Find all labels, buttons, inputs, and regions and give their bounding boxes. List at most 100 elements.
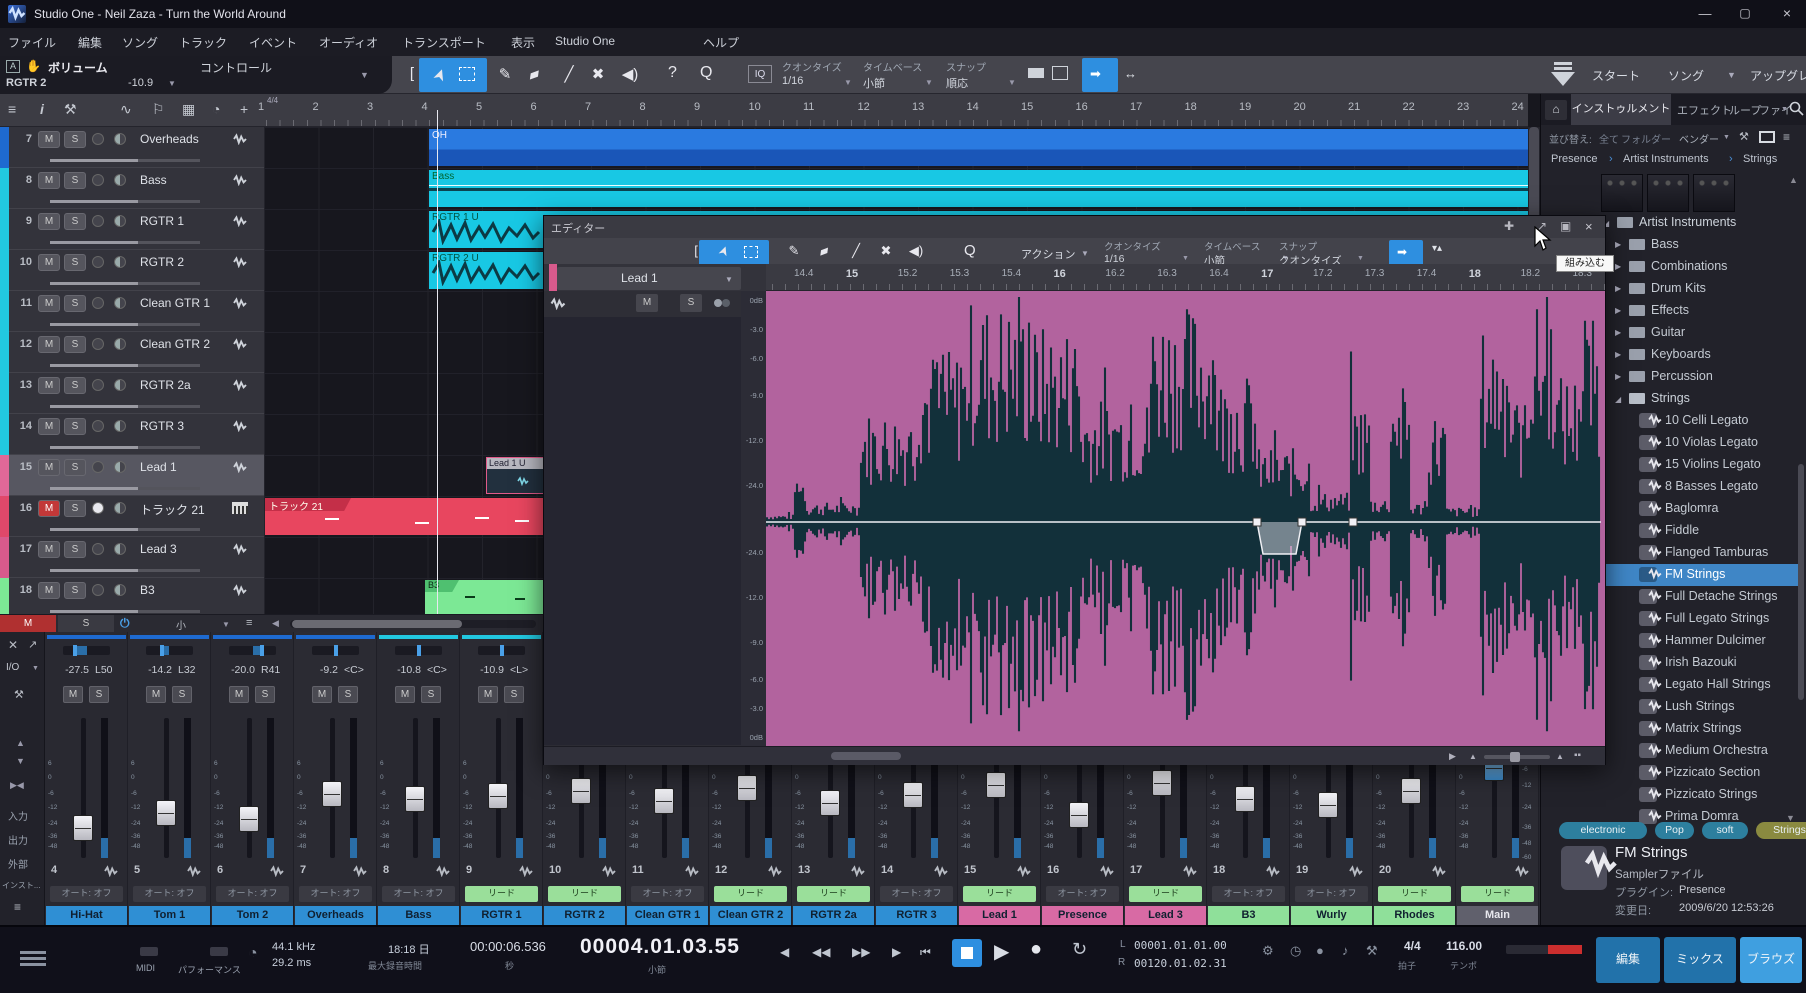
- track-row-Lead 1[interactable]: 15 M S Lead 1: [0, 455, 264, 496]
- automation-target[interactable]: コントロール: [200, 59, 272, 76]
- mixer-strip-Bass[interactable]: -10.8 <C> M S 6 0 -6 -12 -24 -36 -48 8 オート: オフ Bass: [377, 632, 460, 925]
- fader-cap[interactable]: [239, 806, 259, 832]
- track-list-menu-icon[interactable]: ≡: [8, 101, 16, 117]
- mixer-expand-icon[interactable]: ▶◀: [10, 780, 24, 791]
- layout-list-icon[interactable]: ≡: [1783, 130, 1790, 144]
- tag-Strings[interactable]: Strings: [1756, 822, 1806, 839]
- strip-automation-button[interactable]: リード: [714, 886, 787, 902]
- mixer-strip-Overheads[interactable]: -9.2 <C> M S 6 0 -6 -12 -24 -36 -48 7 オート: オフ Overhea…: [294, 632, 377, 925]
- fader-cap[interactable]: [1318, 792, 1338, 818]
- editor-mute-button[interactable]: M: [636, 294, 658, 312]
- editor-zoomin-icon[interactable]: ▲: [1556, 752, 1564, 761]
- add-track-icon[interactable]: +: [240, 101, 248, 117]
- fader-cap[interactable]: [571, 778, 591, 804]
- track-monitor-button[interactable]: [114, 174, 126, 186]
- editor-line-tool[interactable]: ╱: [844, 243, 868, 259]
- menu-item-0[interactable]: ファイル: [8, 34, 56, 51]
- track-solo-button[interactable]: S: [64, 418, 86, 435]
- maximize-button[interactable]: ▢: [1730, 6, 1760, 20]
- strip-automation-button[interactable]: オート: オフ: [631, 886, 704, 902]
- track-chevron-icon[interactable]: ▼: [725, 275, 733, 284]
- tag-electronic[interactable]: electronic: [1559, 822, 1647, 839]
- main-eraser-tool[interactable]: ▰: [519, 61, 550, 87]
- arrange-ruler[interactable]: 4/4 1 2 3 4 5 6 7 8 9 10 11 12 13 14 15 16 17 18 19 20 21 22 23…: [258, 94, 1528, 127]
- editor-range-tool[interactable]: [: [684, 243, 708, 258]
- strip-automation-button[interactable]: オート: オフ: [299, 886, 372, 902]
- main-marquee-tool[interactable]: [459, 67, 475, 81]
- chevron-down-icon[interactable]: ▼: [168, 79, 176, 88]
- editor-track-select[interactable]: Lead 1 ▼: [557, 267, 741, 290]
- track-record-button[interactable]: [92, 420, 104, 432]
- fader-cap[interactable]: [737, 775, 757, 801]
- footer-size-label[interactable]: 小: [176, 617, 186, 632]
- strip-mute-button[interactable]: M: [312, 686, 332, 703]
- footer-solo-button[interactable]: S: [58, 615, 114, 633]
- menu-item-7[interactable]: 表示: [511, 34, 535, 51]
- quantize-chevron-icon[interactable]: ▼: [844, 78, 852, 87]
- action-menu[interactable]: アクション: [1021, 246, 1075, 262]
- view-mix-button[interactable]: ミックス: [1664, 937, 1736, 983]
- fader-cap[interactable]: [1152, 770, 1172, 796]
- fade-tool-icon[interactable]: ▾▴: [1432, 243, 1442, 254]
- pan-slider[interactable]: [63, 646, 110, 655]
- start-button[interactable]: スタート: [1592, 67, 1640, 84]
- track-monitor-button[interactable]: [114, 420, 126, 432]
- breadcrumb-leaf[interactable]: Strings: [1743, 153, 1777, 165]
- fader-cap[interactable]: [322, 781, 342, 807]
- tree-item-Pizzicato Section[interactable]: Pizzicato Section: [1541, 762, 1799, 784]
- fader-cap[interactable]: [654, 788, 674, 814]
- mixer-wrench-icon[interactable]: ⚒: [14, 688, 24, 701]
- sort-chevron-icon[interactable]: ▼: [1723, 134, 1730, 141]
- track-solo-button[interactable]: S: [64, 131, 86, 148]
- mixer-strip-Hi-Hat[interactable]: -27.5 L50 M S 6 0 -6 -12 -24 -36 -48 4 オート: オフ Hi-Hat: [45, 632, 128, 925]
- action-chevron-icon[interactable]: ▼: [1081, 249, 1089, 258]
- track-monitor-button[interactable]: [114, 215, 126, 227]
- menu-item-3[interactable]: トラック: [179, 34, 227, 51]
- strip-name[interactable]: RGTR 2a: [793, 906, 874, 925]
- prev-bar-button[interactable]: ◀: [780, 945, 789, 959]
- track-record-button[interactable]: [92, 256, 104, 268]
- strip-pan-value[interactable]: R41: [261, 664, 280, 676]
- editor-listen-tool[interactable]: ◀): [904, 243, 928, 259]
- track-record-button[interactable]: [92, 338, 104, 350]
- pan-marker[interactable]: [416, 645, 421, 656]
- main-listen-tool[interactable]: ◀): [617, 65, 643, 83]
- mixer-down-icon[interactable]: ▼: [16, 756, 25, 766]
- quantize-select[interactable]: 1/16: [782, 75, 803, 87]
- strip-mute-button[interactable]: M: [395, 686, 415, 703]
- menu-item-5[interactable]: オーディオ: [319, 34, 378, 51]
- track-mute-button[interactable]: M: [38, 418, 60, 435]
- track-record-button[interactable]: [92, 215, 104, 227]
- home-icon[interactable]: ⌂: [1545, 100, 1567, 120]
- strip-automation-button[interactable]: オート: オフ: [133, 886, 206, 902]
- editor-eraser-tool[interactable]: ▰: [810, 239, 838, 262]
- pan-marker[interactable]: [333, 645, 338, 656]
- close-button[interactable]: ×: [1772, 5, 1802, 21]
- menu-item-6[interactable]: トランスポート: [402, 34, 486, 51]
- fader-cap[interactable]: [986, 772, 1006, 798]
- track-solo-button[interactable]: S: [64, 377, 86, 394]
- editor-quantize-chevron-icon[interactable]: ▼: [1182, 255, 1189, 262]
- strip-automation-button[interactable]: オート: オフ: [216, 886, 289, 902]
- track-row-RGTR 2a[interactable]: 13 M S RGTR 2a: [0, 373, 264, 414]
- autoscroll-button[interactable]: ➡: [1082, 58, 1118, 92]
- track-record-button[interactable]: [92, 174, 104, 186]
- strip-automation-button[interactable]: リード: [797, 886, 870, 902]
- view-browse-button[interactable]: ブラウズ: [1740, 937, 1802, 983]
- editor-paint-tool[interactable]: ✎: [782, 243, 806, 259]
- editor-zoom-thumb[interactable]: [1510, 752, 1520, 762]
- control-chevron-icon[interactable]: ▼: [360, 70, 369, 80]
- editor-waveform-area[interactable]: [766, 291, 1605, 746]
- fader-cap[interactable]: [73, 815, 93, 841]
- pan-marker[interactable]: [260, 645, 265, 656]
- menu-item-2[interactable]: ソング: [122, 34, 158, 51]
- strip-name[interactable]: Clean GTR 1: [627, 906, 708, 925]
- strip-solo-button[interactable]: S: [504, 686, 524, 703]
- loop-end-value[interactable]: 00120.01.02.31: [1134, 957, 1227, 970]
- track-solo-button[interactable]: S: [64, 295, 86, 312]
- power-icon[interactable]: ⏻: [120, 616, 130, 631]
- instrument-thumb-3[interactable]: [1693, 174, 1735, 212]
- track-record-button[interactable]: [92, 379, 104, 391]
- fader-cap[interactable]: [1069, 802, 1089, 828]
- strip-solo-button[interactable]: S: [255, 686, 275, 703]
